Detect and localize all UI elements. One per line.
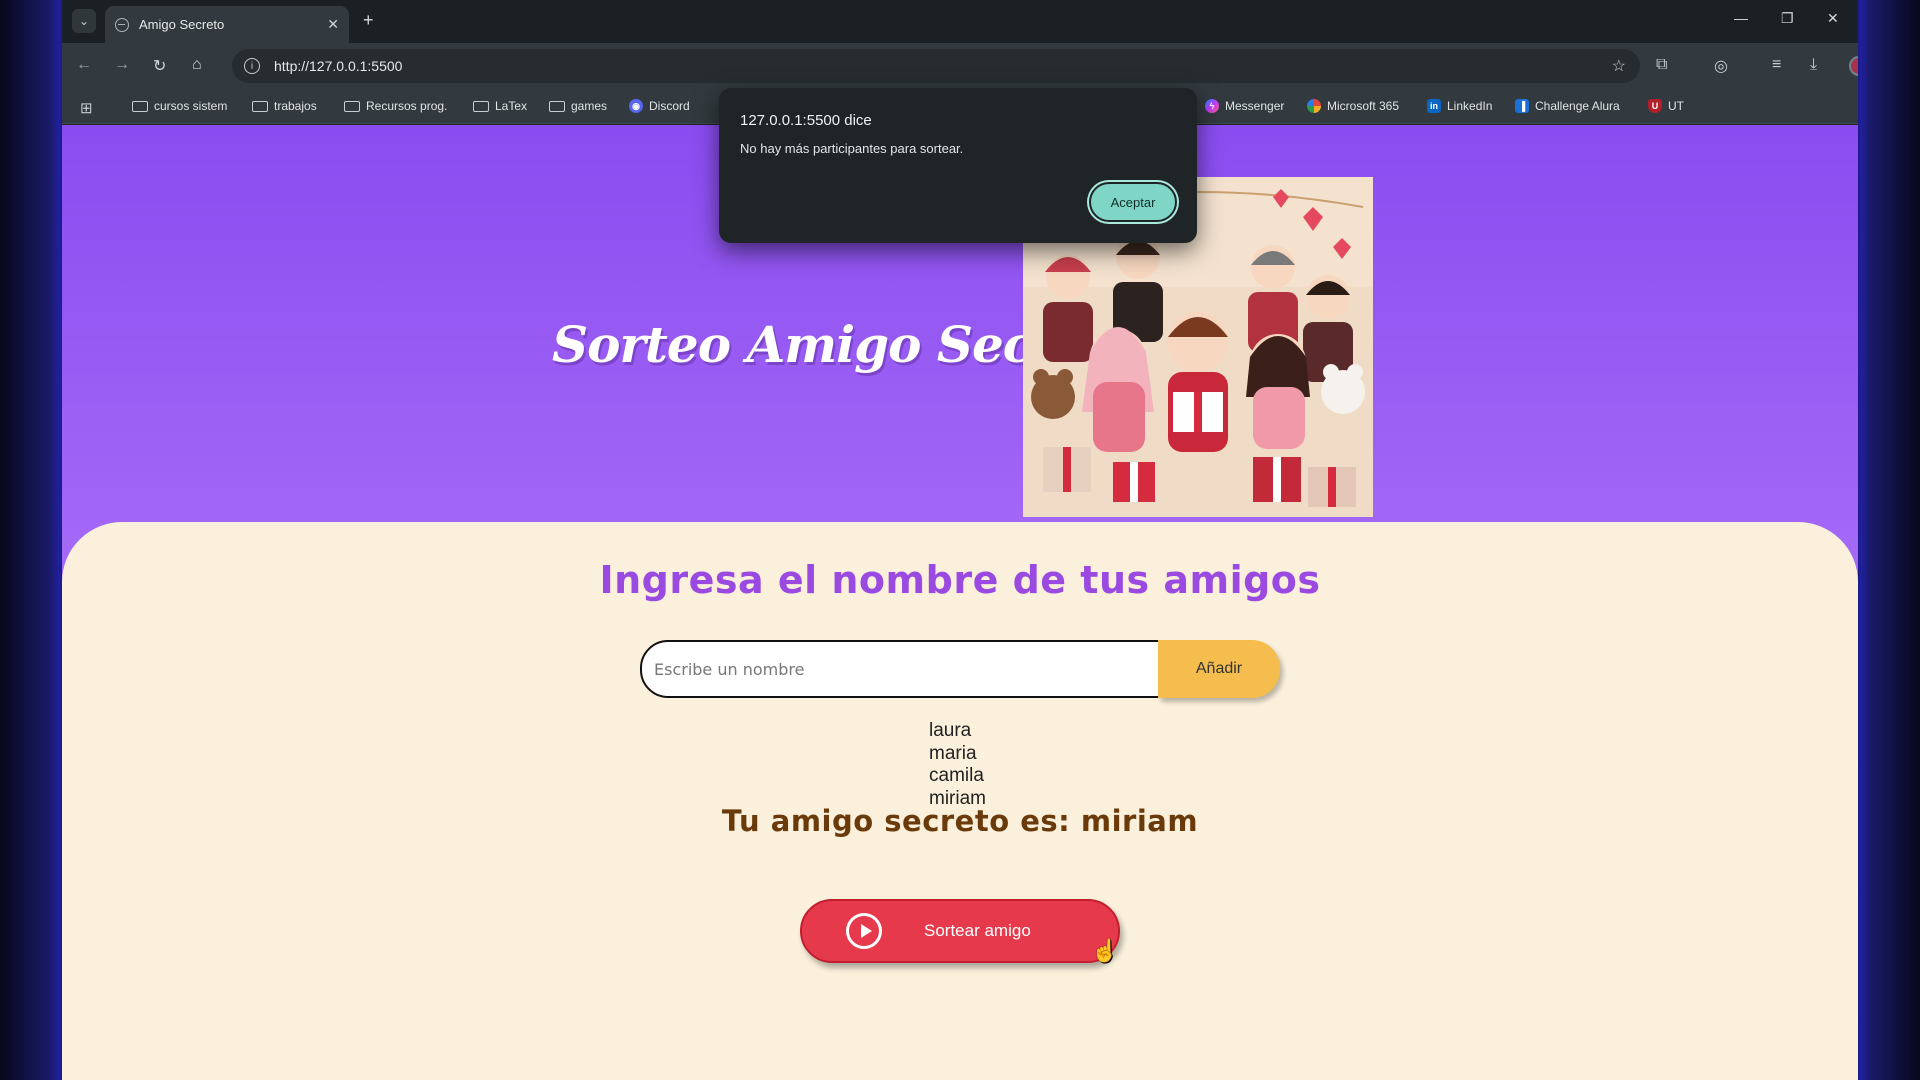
bookmark-label: cursos sistem <box>154 99 228 113</box>
bookmark-recursos-prog[interactable]: Recursos prog. <box>344 99 447 113</box>
messenger-icon: ϟ <box>1205 99 1219 113</box>
result-text: Tu amigo secreto es: miriam <box>721 804 1199 838</box>
dialog-message: No hay más participantes para sortear. <box>740 141 964 156</box>
folder-icon <box>344 100 360 112</box>
download-icon[interactable]: ⤓ <box>1810 56 1817 74</box>
tab-title: Amigo Secreto <box>139 17 225 32</box>
forward-icon[interactable]: → <box>114 56 130 74</box>
web-page: Sorteo Amigo Secreto Ingresa el nombre d… <box>62 125 1858 1080</box>
minimize-icon[interactable]: — <box>1734 10 1748 26</box>
extensions-icon[interactable]: ⧉ <box>1656 56 1667 74</box>
tab-amigo-secreto[interactable]: Amigo Secreto ✕ <box>105 6 349 43</box>
browser-toolbar: ← → ↻ ⌂ i http://127.0.0.1:5500 ☆ ⧉ ◎ ≡ … <box>62 43 1858 90</box>
alert-dialog: 127.0.0.1:5500 dice No hay más participa… <box>719 88 1197 243</box>
bookmark-ut[interactable]: U UT <box>1648 99 1684 113</box>
bookmark-label: LinkedIn <box>1447 99 1493 113</box>
bookmark-challenge-alura[interactable]: ▐ Challenge Alura <box>1515 99 1620 113</box>
list-item: laura <box>929 720 972 741</box>
pointer-cursor-icon: ☝ <box>1091 938 1119 963</box>
bookmark-discord[interactable]: ◉ Discord <box>629 99 690 113</box>
trello-icon: ▐ <box>1515 99 1529 113</box>
back-icon[interactable]: ← <box>76 56 92 74</box>
tab-strip: ⌄ Amigo Secreto ✕ + — ❐ ✕ <box>62 0 1858 43</box>
new-tab-icon[interactable]: + <box>363 10 374 31</box>
site-info-icon[interactable]: i <box>244 58 260 74</box>
bookmark-cursos-sistem[interactable]: cursos sistem <box>132 99 227 113</box>
name-input[interactable] <box>654 659 1158 679</box>
list-item: maria <box>929 742 977 764</box>
folder-icon <box>132 100 148 112</box>
bookmark-latex[interactable]: LaTex <box>473 99 527 113</box>
name-input-wrapper <box>640 640 1160 698</box>
linkedin-icon: in <box>1427 99 1441 113</box>
add-button[interactable]: Añadir <box>1158 640 1280 698</box>
address-bar[interactable]: i http://127.0.0.1:5500 ☆ <box>232 49 1640 83</box>
bookmark-label: Challenge Alura <box>1535 99 1620 113</box>
tab-close-icon[interactable]: ✕ <box>327 16 339 33</box>
accept-button[interactable]: Aceptar <box>1089 182 1177 222</box>
bookmark-label: Microsoft 365 <box>1327 99 1400 113</box>
bookmark-linkedin[interactable]: in LinkedIn <box>1427 99 1492 113</box>
profile-avatar[interactable] <box>1849 56 1858 76</box>
reload-icon[interactable]: ↻ <box>153 56 166 76</box>
dialog-title: 127.0.0.1:5500 dice <box>740 112 872 129</box>
bookmark-label: UT <box>1668 99 1684 113</box>
list-item: camila <box>929 765 984 786</box>
reading-list-icon[interactable]: ≡ <box>1772 56 1781 74</box>
google-lens-icon[interactable]: ◎ <box>1714 56 1728 76</box>
folder-icon <box>252 100 268 112</box>
folder-icon <box>549 100 565 112</box>
section-title: Ingresa el nombre de tus amigos <box>599 558 1321 602</box>
bookmark-messenger[interactable]: ϟ Messenger <box>1205 99 1284 113</box>
bookmark-microsoft365[interactable]: Microsoft 365 <box>1307 99 1399 113</box>
tab-search-icon[interactable]: ⌄ <box>72 9 96 33</box>
address-url[interactable]: http://127.0.0.1:5500 <box>274 58 402 74</box>
window-close-icon[interactable]: ✕ <box>1827 10 1839 27</box>
globe-icon <box>115 17 129 32</box>
draw-friend-button[interactable]: Sortear amigo <box>800 899 1120 963</box>
folder-icon <box>473 100 489 112</box>
ut-icon: U <box>1648 99 1662 113</box>
bookmark-label: Discord <box>649 99 690 113</box>
friends-list: laura maria camila miriam <box>929 720 986 810</box>
apps-grid-icon[interactable]: ⊞ <box>80 99 93 117</box>
bookmark-label: games <box>571 99 608 113</box>
bookmark-label: trabajos <box>274 99 317 113</box>
main-card: Ingresa el nombre de tus amigos Añadir l… <box>62 522 1858 1080</box>
bookmark-label: Recursos prog. <box>366 99 448 113</box>
browser-window: ⌄ Amigo Secreto ✕ + — ❐ ✕ ← → ↻ ⌂ i http… <box>62 0 1858 1080</box>
play-icon <box>846 913 882 949</box>
microsoft365-icon <box>1307 99 1321 113</box>
draw-friend-label: Sortear amigo <box>924 921 1031 940</box>
home-icon[interactable]: ⌂ <box>192 56 202 74</box>
restore-icon[interactable]: ❐ <box>1781 10 1794 27</box>
bookmark-label: Messenger <box>1225 99 1285 113</box>
bookmark-trabajos[interactable]: trabajos <box>252 99 317 113</box>
bookmark-label: LaTex <box>495 99 528 113</box>
bookmark-games[interactable]: games <box>549 99 607 113</box>
discord-icon: ◉ <box>629 99 643 113</box>
bookmark-star-icon[interactable]: ☆ <box>1612 56 1626 76</box>
